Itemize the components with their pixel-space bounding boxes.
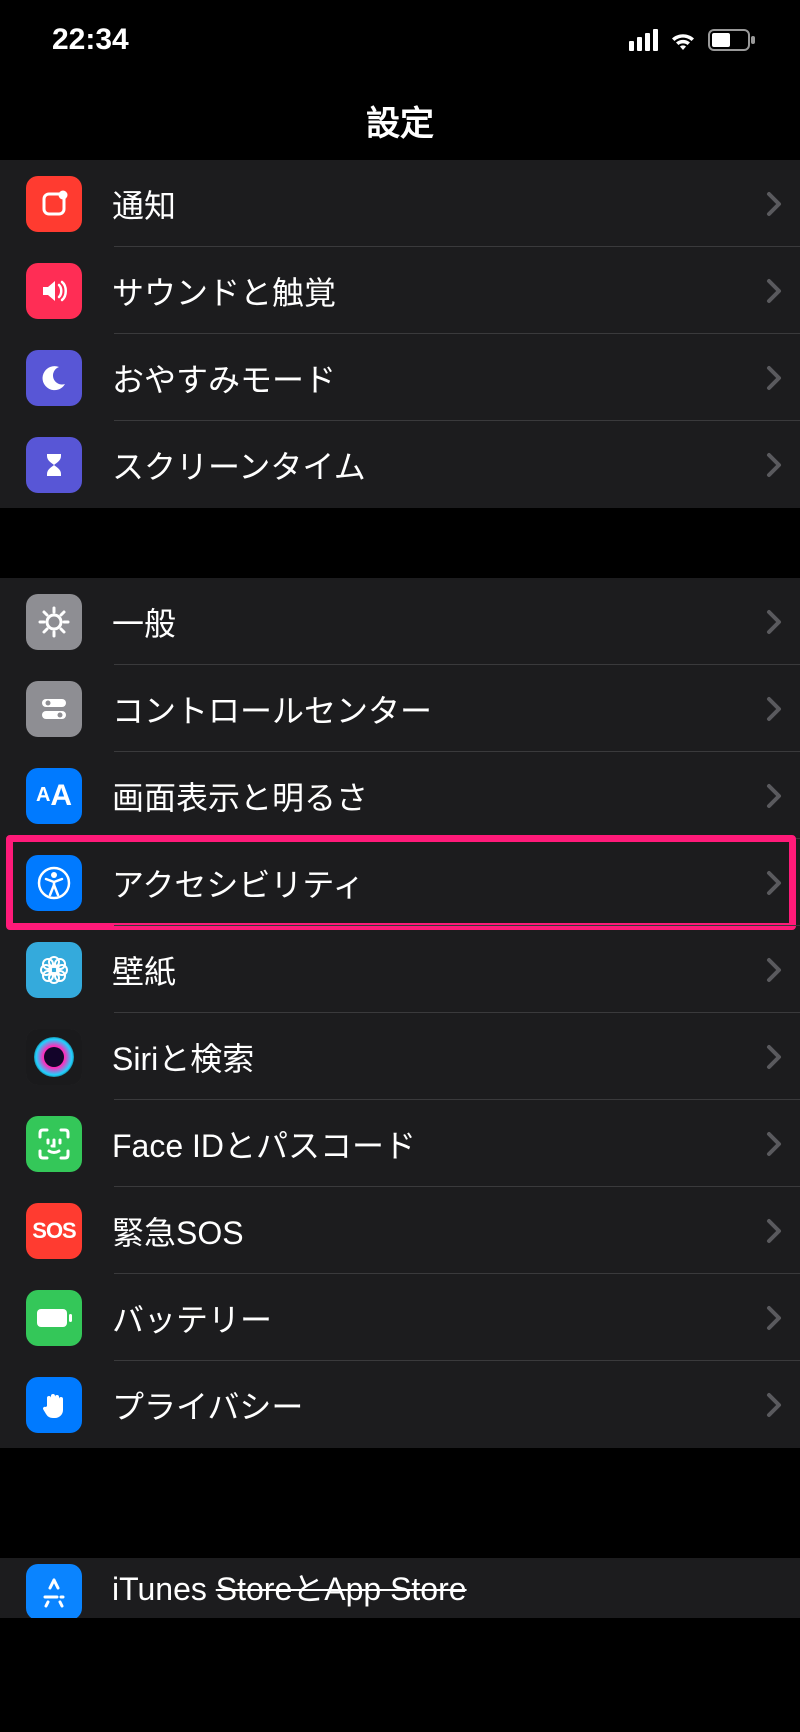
row-privacy[interactable]: プライバシー xyxy=(0,1361,800,1448)
row-sos[interactable]: SOS 緊急SOS xyxy=(0,1187,800,1274)
row-faceid[interactable]: Face IDとパスコード xyxy=(0,1100,800,1187)
appstore-icon xyxy=(26,1564,82,1618)
chevron-right-icon xyxy=(766,783,782,809)
notifications-icon xyxy=(26,176,82,232)
chevron-right-icon xyxy=(766,1392,782,1418)
status-bar: 22:34 xyxy=(0,0,800,80)
row-sounds[interactable]: サウンドと触覚 xyxy=(0,247,800,334)
cellular-icon xyxy=(629,29,658,51)
row-siri[interactable]: Siriと検索 xyxy=(0,1013,800,1100)
chevron-right-icon xyxy=(766,696,782,722)
gear-icon xyxy=(26,594,82,650)
chevron-right-icon xyxy=(766,1305,782,1331)
settings-section: 一般 コントロールセンター AA 画面表示と明るさ アクセシビリティ xyxy=(0,578,800,1448)
row-dnd[interactable]: おやすみモード xyxy=(0,334,800,421)
chevron-right-icon xyxy=(766,191,782,217)
row-label: バッテリー xyxy=(112,1295,766,1341)
siri-icon xyxy=(26,1029,82,1085)
chevron-right-icon xyxy=(766,452,782,478)
sos-icon: SOS xyxy=(26,1203,82,1259)
chevron-right-icon xyxy=(766,609,782,635)
row-general[interactable]: 一般 xyxy=(0,578,800,665)
sounds-icon xyxy=(26,263,82,319)
display-brightness-icon: AA xyxy=(26,768,82,824)
section-gap xyxy=(0,508,800,578)
battery-icon xyxy=(708,29,756,51)
hourglass-icon xyxy=(26,437,82,493)
settings-section: 通知 サウンドと触覚 おやすみモード スクリーンタイム xyxy=(0,160,800,508)
row-screentime[interactable]: スクリーンタイム xyxy=(0,421,800,508)
row-label: サウンドと触覚 xyxy=(112,268,766,314)
row-label: 壁紙 xyxy=(112,947,766,993)
row-itunes-appstore[interactable]: iTunes StoreとApp Store xyxy=(0,1558,800,1618)
row-control-center[interactable]: コントロールセンター xyxy=(0,665,800,752)
row-label: 緊急SOS xyxy=(112,1208,766,1254)
row-label: スクリーンタイム xyxy=(112,442,766,488)
settings-section: iTunes StoreとApp Store xyxy=(0,1558,800,1618)
row-display[interactable]: AA 画面表示と明るさ xyxy=(0,752,800,839)
chevron-right-icon xyxy=(766,1044,782,1070)
settings-list[interactable]: 通知 サウンドと触覚 おやすみモード スクリーンタイム xyxy=(0,160,800,1618)
row-wallpaper[interactable]: 壁紙 xyxy=(0,926,800,1013)
faceid-icon xyxy=(26,1116,82,1172)
row-accessibility[interactable]: アクセシビリティ xyxy=(0,839,800,926)
row-label: Siriと検索 xyxy=(112,1034,766,1080)
row-label: Face IDとパスコード xyxy=(112,1121,766,1167)
chevron-right-icon xyxy=(766,365,782,391)
hand-icon xyxy=(26,1377,82,1433)
chevron-right-icon xyxy=(766,870,782,896)
chevron-right-icon xyxy=(766,278,782,304)
wifi-icon xyxy=(668,29,698,51)
wallpaper-icon xyxy=(26,942,82,998)
row-label: 通知 xyxy=(112,181,766,227)
status-time: 22:34 xyxy=(52,23,129,57)
row-label: プライバシー xyxy=(112,1382,766,1428)
status-indicators xyxy=(629,29,756,51)
row-notifications[interactable]: 通知 xyxy=(0,160,800,247)
moon-icon xyxy=(26,350,82,406)
row-label: アクセシビリティ xyxy=(112,860,766,906)
battery-icon xyxy=(26,1290,82,1346)
row-battery[interactable]: バッテリー xyxy=(0,1274,800,1361)
toggles-icon xyxy=(26,681,82,737)
page-title: 設定 xyxy=(366,96,434,145)
chevron-right-icon xyxy=(766,1131,782,1157)
row-label: コントロールセンター xyxy=(112,686,766,732)
chevron-right-icon xyxy=(766,1218,782,1244)
row-label: おやすみモード xyxy=(112,355,766,401)
chevron-right-icon xyxy=(766,957,782,983)
row-label: 一般 xyxy=(112,599,766,645)
nav-header: 設定 xyxy=(0,80,800,160)
accessibility-icon xyxy=(26,855,82,911)
row-label: 画面表示と明るさ xyxy=(112,773,766,819)
section-gap xyxy=(0,1448,800,1558)
row-label: iTunes StoreとApp Store xyxy=(112,1564,782,1610)
